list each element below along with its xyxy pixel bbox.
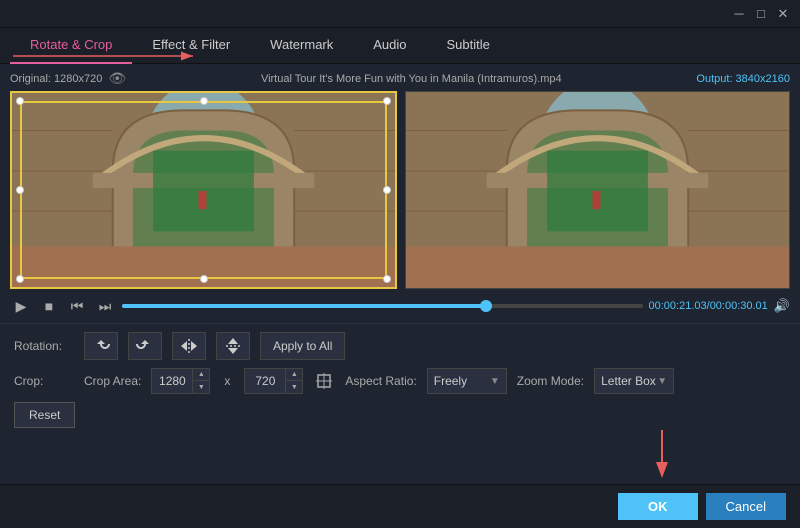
output-resolution: Output: 3840x2160 [696,73,790,85]
original-resolution: Original: 1280x720 [10,73,102,85]
tabs-bar: Rotate & Crop Effect & Filter Watermark … [0,28,800,64]
zoom-mode-dropdown[interactable]: Letter Box ▼ [594,368,674,394]
progress-thumb[interactable] [480,300,492,312]
rotation-label: Rotation: [14,339,74,353]
crop-handle-bl[interactable] [16,275,24,283]
prev-button[interactable]: ⏮ [66,295,88,317]
crop-handle-tr[interactable] [383,97,391,105]
crop-handle-br[interactable] [383,275,391,283]
center-icon[interactable] [313,370,335,392]
tab-rotate-crop[interactable]: Rotate & Crop [10,28,132,64]
video-info-bar: Original: 1280x720 👁 Virtual Tour It's M… [10,70,790,87]
zoom-mode-label: Zoom Mode: [517,374,584,388]
next-button[interactable]: ⏭ [94,295,116,317]
rotate-ccw-button[interactable] [84,332,118,360]
width-input-wrap: ▲ ▼ [151,368,210,394]
output-video-still [406,92,789,288]
play-button[interactable]: ▶ [10,295,32,317]
flip-v-button[interactable] [216,332,250,360]
flip-v-icon [224,337,242,355]
center-align-icon [315,372,333,390]
eye-icon[interactable]: 👁 [108,70,126,87]
total-time: 00:00:30.01 [710,300,768,312]
filename-label: Virtual Tour It's More Fun with You in M… [261,73,562,85]
crop-border [20,101,387,279]
ok-button[interactable]: OK [618,493,698,520]
height-input[interactable] [245,374,285,388]
width-up-button[interactable]: ▲ [193,369,209,381]
progress-bar[interactable] [122,304,643,308]
close-button[interactable]: ✕ [774,5,792,23]
crop-label: Crop: [14,374,74,388]
aspect-ratio-label: Aspect Ratio: [345,374,416,388]
original-video-still [12,93,395,287]
progress-fill [122,304,486,308]
height-input-wrap: ▲ ▼ [244,368,303,394]
crop-handle-bc[interactable] [200,275,208,283]
crop-handle-ml[interactable] [16,186,24,194]
reset-row: Reset [14,402,786,428]
maximize-button[interactable]: □ [752,5,770,23]
zoom-mode-value: Letter Box [601,374,656,388]
width-spinners: ▲ ▼ [192,369,209,393]
aspect-ratio-arrow-icon: ▼ [490,376,500,387]
time-display: 00:00:21.03/00:00:30.01 [649,300,768,312]
current-time: 00:00:21.03 [649,300,707,312]
zoom-mode-arrow-icon: ▼ [657,376,667,387]
tab-subtitle[interactable]: Subtitle [427,28,510,64]
tab-watermark[interactable]: Watermark [250,28,353,64]
height-down-button[interactable]: ▼ [286,381,302,393]
output-preview [405,91,790,289]
controls-bar: ▶ ■ ⏮ ⏭ 00:00:21.03/00:00:30.01 🔊 [0,289,800,323]
aspect-ratio-value: Freely [434,374,467,388]
title-bar: ─ □ ✕ [0,0,800,28]
rotation-row: Rotation: Apply to All [14,332,786,360]
tab-effect-filter[interactable]: Effect & Filter [132,28,250,64]
height-up-button[interactable]: ▲ [286,369,302,381]
crop-handle-tc[interactable] [200,97,208,105]
rotate-cw-icon [136,337,154,355]
settings-panel: Rotation: Apply to All Crop: Crop Area: [0,323,800,444]
reset-button[interactable]: Reset [14,402,75,428]
x-separator: x [224,374,230,388]
minimize-button[interactable]: ─ [730,5,748,23]
flip-h-icon [180,337,198,355]
volume-icon[interactable]: 🔊 [774,298,790,314]
rotate-cw-button[interactable] [128,332,162,360]
aspect-ratio-dropdown[interactable]: Freely ▼ [427,368,507,394]
stop-button[interactable]: ■ [38,295,60,317]
apply-to-all-button[interactable]: Apply to All [260,332,345,360]
crop-row: Crop: Crop Area: ▲ ▼ x ▲ ▼ Aspect Ratio: [14,368,786,394]
cancel-button[interactable]: Cancel [706,493,786,520]
crop-area-label: Crop Area: [84,374,141,388]
video-area: Original: 1280x720 👁 Virtual Tour It's M… [0,64,800,289]
crop-handle-mr[interactable] [383,186,391,194]
rotate-ccw-icon [92,337,110,355]
video-previews [10,91,790,289]
crop-handle-tl[interactable] [16,97,24,105]
width-down-button[interactable]: ▼ [193,381,209,393]
flip-h-button[interactable] [172,332,206,360]
bottom-bar: OK Cancel [0,484,800,528]
tab-audio[interactable]: Audio [353,28,426,64]
original-preview [10,91,397,289]
height-spinners: ▲ ▼ [285,369,302,393]
width-input[interactable] [152,374,192,388]
